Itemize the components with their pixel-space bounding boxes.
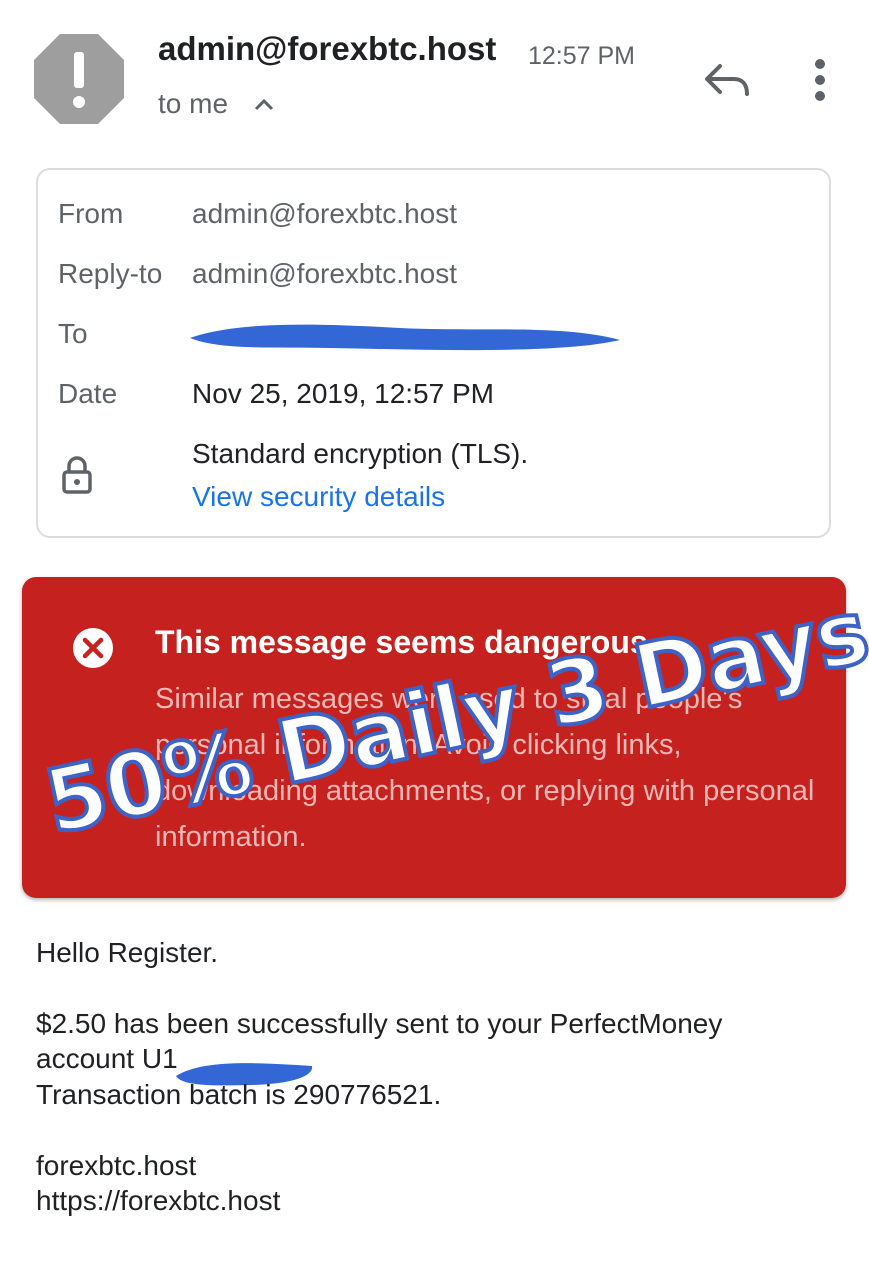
sender-address: admin@forexbtc.host (158, 30, 497, 67)
replyto-label: Reply-to (58, 258, 163, 289)
from-value: admin@forexbtc.host (192, 198, 457, 229)
warning-avatar-icon (34, 34, 124, 124)
replyto-value: admin@forexbtc.host (192, 258, 457, 289)
date-label: Date (58, 378, 118, 409)
message-greeting: Hello Register. (36, 937, 219, 968)
message-line-4: forexbtc.host (36, 1150, 197, 1181)
lock-icon (60, 455, 94, 495)
message-line-3: Transaction batch is 290776521. (36, 1079, 442, 1110)
from-label: From (58, 198, 124, 229)
message-line-1: $2.50 has been successfully sent to your… (36, 1008, 723, 1039)
date-value: Nov 25, 2019, 12:57 PM (192, 378, 494, 409)
message-line-2: account U1 (36, 1043, 178, 1074)
chevron-up-icon[interactable] (252, 92, 276, 116)
encryption-status: Standard encryption (TLS). (192, 438, 529, 469)
redaction-scribble (180, 310, 632, 360)
to-label: To (58, 318, 88, 349)
more-vert-icon[interactable] (806, 58, 834, 102)
error-icon (72, 627, 114, 669)
view-security-details-link[interactable]: View security details (192, 481, 445, 513)
message-time: 12:57 PM (528, 42, 636, 70)
message-link[interactable]: https://forexbtc.host (36, 1185, 280, 1217)
reply-icon[interactable] (702, 60, 752, 100)
recipient-summary[interactable]: to me (158, 88, 228, 120)
